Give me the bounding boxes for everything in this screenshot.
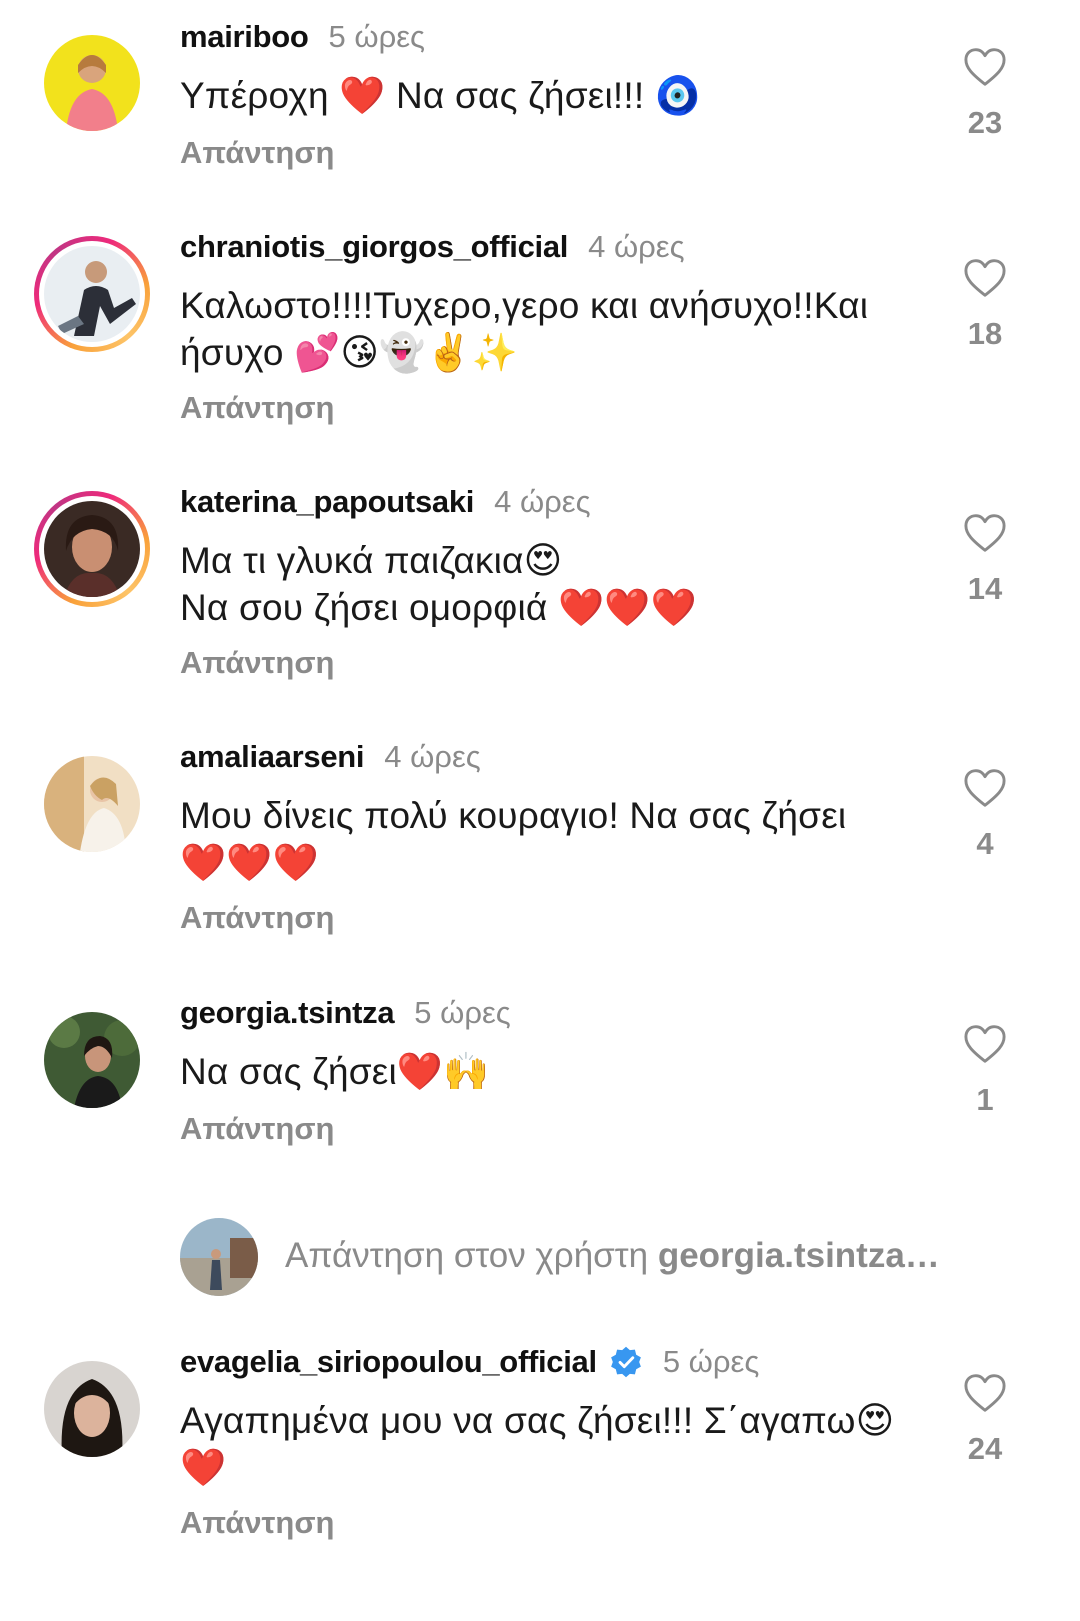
- comment-text-line2: ❤️: [180, 1447, 227, 1488]
- reply-button[interactable]: Απάντηση: [180, 1505, 334, 1541]
- current-user-avatar: [180, 1218, 258, 1296]
- comment-time: 5 ώρες: [328, 19, 425, 54]
- story-ring[interactable]: [34, 491, 150, 607]
- like-count: 24: [967, 1431, 1003, 1466]
- comment-text: Μα τι γλυκά παιζακια😍: [180, 540, 563, 581]
- comment-text: Υπέροχη ❤️ Να σας ζήσει!!! 🧿: [180, 75, 702, 116]
- reply-prompt-target: georgia.tsintza…: [657, 1236, 940, 1275]
- like-count: 18: [967, 316, 1003, 351]
- reply-prompt-prefix: Απάντηση στον χρήστη: [285, 1236, 658, 1275]
- comment-time: 4 ώρες: [494, 484, 591, 519]
- comment-text-line2: ❤️❤️❤️: [180, 842, 319, 883]
- heart-outline-icon[interactable]: [963, 1373, 1007, 1413]
- heart-outline-icon[interactable]: [963, 47, 1007, 87]
- comment-text: Αγαπημένα μου να σας ζήσει!!! Σ΄αγαπω😍: [180, 1400, 895, 1441]
- comment-username[interactable]: amaliaarseni: [180, 739, 365, 775]
- like-count: 4: [976, 826, 994, 861]
- comment-time: 5 ώρες: [662, 1344, 760, 1379]
- like-count: 14: [967, 571, 1003, 606]
- like-count: 1: [976, 1082, 994, 1117]
- comment-text-line2: Να σου ζήσει ομορφιά ❤️❤️❤️: [180, 587, 697, 628]
- comment-time: 4 ώρες: [588, 229, 685, 264]
- comment-username[interactable]: mairiboo: [180, 19, 309, 55]
- reply-button[interactable]: Απάντηση: [180, 645, 334, 681]
- comment-username[interactable]: katerina_papoutsaki: [180, 484, 474, 520]
- reply-button[interactable]: Απάντηση: [180, 1111, 334, 1147]
- comment-time: 4 ώρες: [384, 739, 481, 774]
- comment-username[interactable]: chraniotis_giorgos_official: [180, 229, 568, 265]
- avatar[interactable]: [44, 246, 140, 342]
- comment-time: 5 ώρες: [414, 995, 511, 1030]
- comment-text: Να σας ζήσει❤️🙌: [180, 1051, 490, 1092]
- avatar[interactable]: [44, 1361, 140, 1457]
- reply-button[interactable]: Απάντηση: [180, 390, 334, 426]
- story-ring[interactable]: [34, 236, 150, 352]
- heart-outline-icon[interactable]: [963, 513, 1007, 553]
- comment-username[interactable]: evagelia_siriopoulou_official: [180, 1344, 597, 1380]
- reply-button[interactable]: Απάντηση: [180, 135, 334, 171]
- heart-outline-icon[interactable]: [963, 1024, 1007, 1064]
- avatar[interactable]: [44, 756, 140, 852]
- comment-username[interactable]: georgia.tsintza: [180, 995, 395, 1031]
- avatar[interactable]: [44, 35, 140, 131]
- avatar[interactable]: [44, 501, 140, 597]
- like-count: 23: [967, 105, 1003, 140]
- comment-text-line2: ήσυχο 💕😘👻✌️✨: [180, 332, 518, 373]
- reply-input[interactable]: Απάντηση στον χρήστη georgia.tsintza…: [285, 1236, 995, 1276]
- verified-badge-icon: [610, 1346, 641, 1378]
- heart-outline-icon[interactable]: [963, 258, 1007, 298]
- reply-composer[interactable]: Απάντηση στον χρήστη georgia.tsintza…: [0, 1212, 1080, 1302]
- reply-button[interactable]: Απάντηση: [180, 900, 334, 936]
- comment-text: Μου δίνεις πολύ κουραγιο! Να σας ζήσει: [180, 795, 847, 836]
- avatar[interactable]: [44, 1012, 140, 1108]
- heart-outline-icon[interactable]: [963, 768, 1007, 808]
- comment-text: Καλωστο!!!!Τυχερο,γερο και ανήσυχο!!Και: [180, 285, 869, 326]
